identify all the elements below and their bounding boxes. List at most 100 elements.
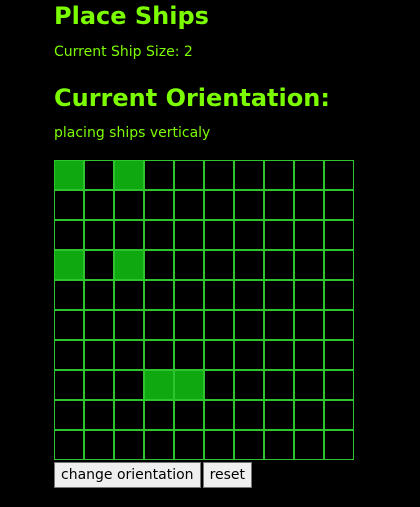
grid-cell[interactable] [204,250,234,280]
grid-cell[interactable] [234,220,264,250]
grid-cell[interactable] [294,250,324,280]
grid-cell[interactable] [114,190,144,220]
grid-cell[interactable] [324,250,354,280]
grid-cell[interactable] [144,310,174,340]
grid-cell[interactable] [144,280,174,310]
grid-cell[interactable] [324,190,354,220]
grid-cell[interactable] [234,190,264,220]
grid-cell[interactable] [84,160,114,190]
grid-cell[interactable] [54,220,84,250]
grid-cell[interactable] [114,340,144,370]
grid-cell[interactable] [264,310,294,340]
grid-cell[interactable] [114,370,144,400]
grid-cell-ship[interactable] [174,370,204,400]
grid-cell[interactable] [84,280,114,310]
grid-cell[interactable] [84,400,114,430]
grid-cell[interactable] [84,220,114,250]
grid-cell[interactable] [204,370,234,400]
grid-cell[interactable] [144,400,174,430]
grid-cell[interactable] [84,190,114,220]
grid-cell[interactable] [204,160,234,190]
grid-cell[interactable] [294,370,324,400]
grid-cell[interactable] [264,220,294,250]
grid-cell-ship[interactable] [144,370,174,400]
grid-cell[interactable] [294,400,324,430]
grid-cell[interactable] [264,280,294,310]
grid-cell[interactable] [204,400,234,430]
grid-cell[interactable] [324,310,354,340]
grid-cell-ship[interactable] [54,250,84,280]
grid-cell[interactable] [114,430,144,460]
grid-cell-ship[interactable] [114,250,144,280]
grid-cell[interactable] [54,310,84,340]
grid-cell[interactable] [54,280,84,310]
grid-cell[interactable] [114,310,144,340]
grid-cell[interactable] [174,250,204,280]
grid-cell[interactable] [234,310,264,340]
grid-cell[interactable] [84,370,114,400]
grid-cell[interactable] [264,430,294,460]
grid-cell[interactable] [294,430,324,460]
grid-cell[interactable] [294,310,324,340]
grid-cell[interactable] [144,430,174,460]
grid-cell[interactable] [174,430,204,460]
grid-cell[interactable] [204,280,234,310]
grid-cell[interactable] [54,400,84,430]
grid-cell[interactable] [264,250,294,280]
grid-cell[interactable] [84,250,114,280]
grid-cell[interactable] [234,370,264,400]
grid-cell[interactable] [174,220,204,250]
grid-cell[interactable] [204,220,234,250]
grid-cell[interactable] [204,310,234,340]
grid-cell[interactable] [174,310,204,340]
grid-cell[interactable] [144,160,174,190]
grid-cell[interactable] [54,370,84,400]
grid-cell[interactable] [114,400,144,430]
grid-cell[interactable] [264,160,294,190]
grid-cell[interactable] [294,220,324,250]
grid-cell[interactable] [324,160,354,190]
grid-cell[interactable] [264,370,294,400]
grid-cell[interactable] [324,400,354,430]
grid-cell[interactable] [174,160,204,190]
reset-button[interactable]: reset [202,462,253,488]
grid-cell[interactable] [324,220,354,250]
grid-cell[interactable] [144,250,174,280]
change-orientation-button[interactable]: change orientation [54,462,201,488]
grid-cell[interactable] [174,400,204,430]
grid-cell[interactable] [234,280,264,310]
grid-cell[interactable] [324,370,354,400]
grid-cell[interactable] [234,340,264,370]
grid-cell[interactable] [84,340,114,370]
grid-cell[interactable] [54,190,84,220]
grid-cell[interactable] [114,280,144,310]
grid-cell[interactable] [54,340,84,370]
grid-cell[interactable] [144,340,174,370]
grid-cell[interactable] [294,280,324,310]
grid-cell[interactable] [264,400,294,430]
grid-cell[interactable] [204,190,234,220]
grid-cell-ship[interactable] [54,160,84,190]
grid-cell[interactable] [144,190,174,220]
grid-cell[interactable] [294,190,324,220]
grid-cell[interactable] [204,430,234,460]
grid-cell[interactable] [234,160,264,190]
grid-cell[interactable] [84,310,114,340]
grid-cell[interactable] [54,430,84,460]
grid-cell[interactable] [264,190,294,220]
grid-cell[interactable] [204,340,234,370]
grid-cell[interactable] [264,340,294,370]
grid-cell[interactable] [144,220,174,250]
grid-cell-ship[interactable] [114,160,144,190]
grid-cell[interactable] [234,430,264,460]
grid-cell[interactable] [324,340,354,370]
grid-cell[interactable] [324,430,354,460]
grid-cell[interactable] [294,340,324,370]
grid-cell[interactable] [234,400,264,430]
grid-cell[interactable] [234,250,264,280]
grid-cell[interactable] [324,280,354,310]
grid-cell[interactable] [174,340,204,370]
grid-cell[interactable] [294,160,324,190]
grid-cell[interactable] [174,280,204,310]
grid-cell[interactable] [174,190,204,220]
